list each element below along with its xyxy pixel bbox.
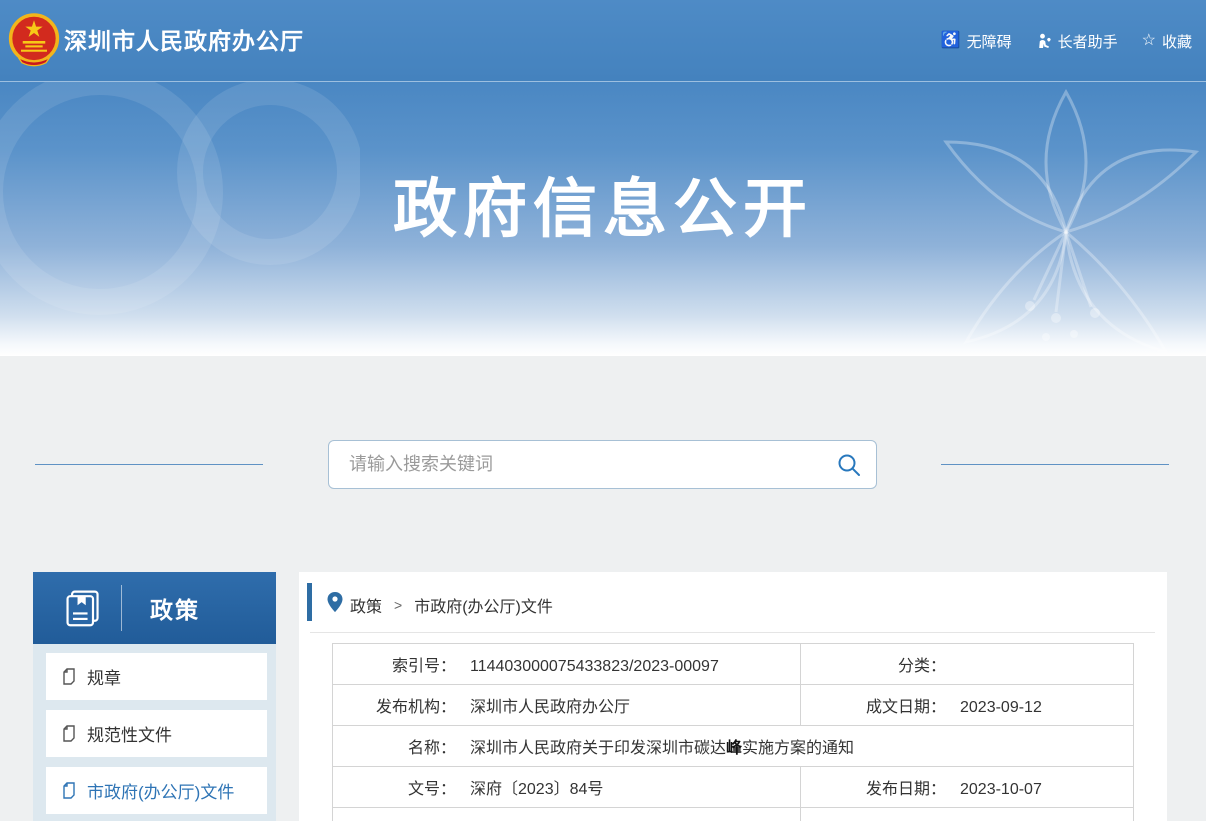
- breadcrumb-trail: 政策 > 市政府(办公厅)文件: [350, 593, 553, 617]
- breadcrumb-link-policy[interactable]: 政策: [350, 593, 382, 617]
- document-title-value: 深圳市人民政府关于印发深圳市碳达峰实施方案的通知: [470, 740, 854, 757]
- topbar: 深圳市人民政府办公厅 ♿ 无障碍 长者助手 ☆ 收藏: [0, 0, 1206, 82]
- document-number-value: 深府〔2023〕84号: [470, 781, 603, 798]
- breadcrumb-accent-bar: [307, 583, 312, 621]
- sidebar-title: 政策: [150, 591, 200, 625]
- document-icon: [63, 668, 78, 685]
- publish-date-value: 2023-10-07: [960, 781, 1042, 798]
- document-number-label: 文号：: [333, 775, 456, 799]
- issuing-agency-value: 深圳市人民政府办公厅: [470, 699, 630, 716]
- sidebar-header: 政策: [33, 572, 276, 644]
- index-number-cell: 索引号： 114403000075433823/2023-00097: [333, 644, 801, 685]
- category-label: 分类：: [801, 652, 946, 676]
- sidebar-item-label: 市政府(办公厅)文件: [87, 778, 234, 803]
- banner: 政府信息公开: [0, 82, 1206, 356]
- empty-cell: [801, 808, 1134, 821]
- star-icon: ☆: [1142, 33, 1156, 49]
- accessibility-icon: ♿: [941, 33, 961, 49]
- favorite-label: 收藏: [1162, 31, 1192, 52]
- accessibility-label: 无障碍: [967, 31, 1012, 52]
- search-button[interactable]: [836, 452, 862, 478]
- breadcrumb-divider: [310, 632, 1155, 633]
- table-row: [333, 808, 1134, 821]
- topbar-links: ♿ 无障碍 长者助手 ☆ 收藏: [941, 0, 1192, 82]
- elder-assistant-label: 长者助手: [1058, 31, 1118, 52]
- issuing-agency-label: 发布机构：: [333, 693, 456, 717]
- document-title-highlight: 峰: [726, 740, 742, 757]
- index-number-label: 索引号：: [333, 652, 456, 676]
- favorite-link[interactable]: ☆ 收藏: [1142, 31, 1192, 52]
- search-icon: [836, 452, 862, 478]
- national-emblem-logo: [8, 12, 60, 70]
- elder-assistant-link[interactable]: 长者助手: [1036, 31, 1118, 52]
- location-pin-icon: [327, 592, 343, 612]
- sidebar-header-divider: [121, 585, 122, 631]
- publish-date-cell: 发布日期： 2023-10-07: [801, 767, 1134, 808]
- sidebar-menu: 规章 规范性文件 市政府(办公厅)文件: [33, 644, 276, 821]
- table-row: 名称： 深圳市人民政府关于印发深圳市碳达峰实施方案的通知: [333, 726, 1134, 767]
- main-panel: 政策 > 市政府(办公厅)文件 索引号： 114403000075433823/2…: [299, 572, 1167, 821]
- accessibility-link[interactable]: ♿ 无障碍: [941, 31, 1012, 52]
- search-input[interactable]: [329, 441, 824, 488]
- sidebar-item-municipal-government-documents[interactable]: 市政府(办公厅)文件: [46, 767, 267, 814]
- document-title-label: 名称：: [333, 734, 456, 758]
- issuing-agency-cell: 发布机构： 深圳市人民政府办公厅: [333, 685, 801, 726]
- breadcrumb-separator: >: [394, 597, 402, 613]
- sidebar-item-label: 规章: [87, 664, 121, 689]
- breadcrumb-current: 市政府(办公厅)文件: [414, 593, 553, 617]
- written-date-value: 2023-09-12: [960, 699, 1042, 716]
- table-row: 索引号： 114403000075433823/2023-00097 分类：: [333, 644, 1134, 685]
- empty-cell: [333, 808, 801, 821]
- table-row: 文号： 深府〔2023〕84号 发布日期： 2023-10-07: [333, 767, 1134, 808]
- elder-assistant-icon: [1036, 33, 1052, 49]
- sidebar: 政策 规章 规范性文件: [33, 572, 276, 821]
- search-box: [328, 440, 877, 489]
- sidebar-item-normative-documents[interactable]: 规范性文件: [46, 710, 267, 757]
- left-divider-line: [35, 464, 263, 465]
- document-icon: [63, 782, 78, 799]
- page-title: 政府信息公开: [0, 158, 1206, 250]
- document-icon: [63, 725, 78, 742]
- document-title-cell: 名称： 深圳市人民政府关于印发深圳市碳达峰实施方案的通知: [333, 726, 1134, 767]
- document-metadata-table: 索引号： 114403000075433823/2023-00097 分类： 发布…: [332, 643, 1134, 821]
- document-title-post: 实施方案的通知: [742, 740, 854, 757]
- breadcrumb: 政策 > 市政府(办公厅)文件: [299, 572, 1167, 632]
- publish-date-label: 发布日期：: [801, 775, 946, 799]
- right-divider-line: [941, 464, 1169, 465]
- policy-book-icon: [63, 588, 103, 628]
- sidebar-item-regulations[interactable]: 规章: [46, 653, 267, 700]
- written-date-cell: 成文日期： 2023-09-12: [801, 685, 1134, 726]
- category-cell: 分类：: [801, 644, 1134, 685]
- document-title-pre: 深圳市人民政府关于印发深圳市碳达: [470, 740, 726, 757]
- sidebar-item-label: 规范性文件: [87, 721, 172, 746]
- index-number-value: 114403000075433823/2023-00097: [470, 658, 719, 675]
- table-row: 发布机构： 深圳市人民政府办公厅 成文日期： 2023-09-12: [333, 685, 1134, 726]
- written-date-label: 成文日期：: [801, 693, 946, 717]
- site-title: 深圳市人民政府办公厅: [64, 0, 304, 82]
- document-number-cell: 文号： 深府〔2023〕84号: [333, 767, 801, 808]
